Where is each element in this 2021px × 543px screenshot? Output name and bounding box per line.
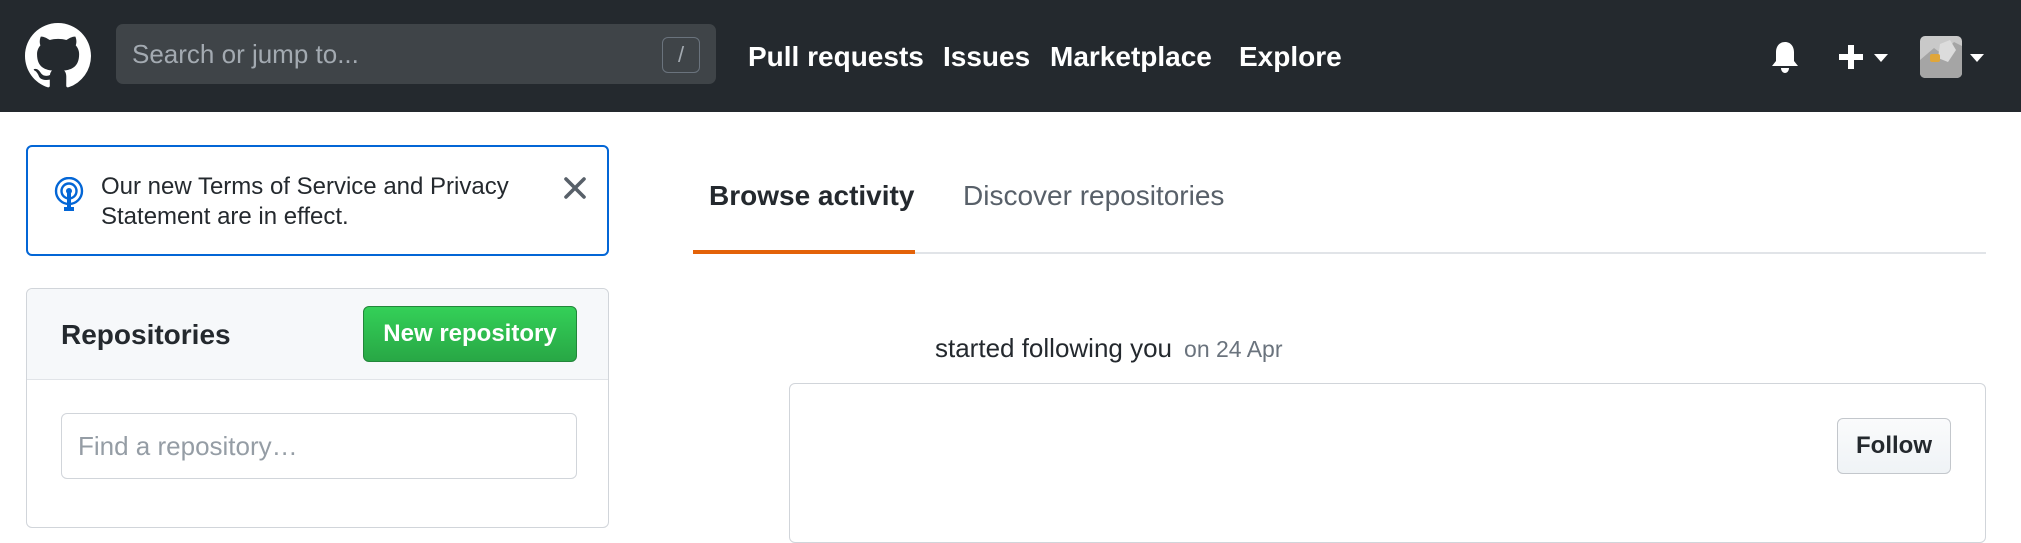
user-menu[interactable] (1920, 36, 1986, 78)
terms-notice-banner: Our new Terms of Service and Privacy Sta… (26, 145, 609, 256)
bell-icon[interactable] (1770, 40, 1800, 74)
activity-item-header: started following you on 24 Apr (935, 333, 1283, 364)
repositories-panel: Repositories New repository (26, 288, 609, 528)
activity-timestamp[interactable]: on 24 Apr (1184, 336, 1282, 362)
repositories-title: Repositories (61, 319, 231, 350)
follow-button[interactable]: Follow (1837, 418, 1951, 474)
broadcast-icon (54, 177, 84, 211)
nav-marketplace[interactable]: Marketplace (1050, 38, 1212, 76)
new-repository-button[interactable]: New repository (363, 306, 577, 362)
find-repository-input[interactable] (61, 413, 577, 479)
github-logo-icon[interactable] (25, 23, 91, 89)
activity-card: Follow (789, 383, 1986, 543)
nav-explore[interactable]: Explore (1239, 38, 1342, 76)
search-input[interactable] (132, 24, 672, 84)
avatar (1920, 36, 1962, 78)
nav-issues[interactable]: Issues (943, 38, 1030, 76)
create-new-dropdown[interactable] (1836, 42, 1892, 72)
chevron-down-icon (1874, 54, 1888, 62)
active-tab-indicator (693, 250, 915, 254)
chevron-down-icon (1970, 54, 1984, 62)
avatar-image-icon (1920, 36, 1962, 78)
plus-icon (1839, 45, 1863, 69)
tab-browse-activity[interactable]: Browse activity (709, 180, 914, 212)
search-shortcut-key: / (662, 37, 700, 73)
repositories-panel-header: Repositories New repository (27, 289, 608, 380)
activity-text: started following you (935, 333, 1173, 363)
notice-message: Our new Terms of Service and Privacy Sta… (101, 173, 509, 230)
top-header: / Pull requests Issues Marketplace Explo… (0, 0, 2021, 112)
search-box[interactable]: / (116, 24, 716, 84)
close-icon[interactable] (560, 173, 590, 203)
nav-pull-requests[interactable]: Pull requests (748, 38, 924, 76)
tab-discover-repositories[interactable]: Discover repositories (963, 180, 1224, 212)
